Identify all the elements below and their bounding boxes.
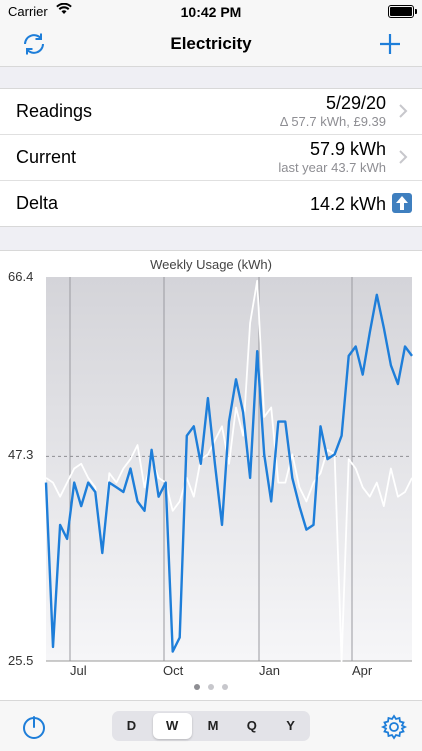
bottom-toolbar: D W M Q Y <box>0 700 422 751</box>
chevron-right-icon <box>398 103 408 119</box>
row-value: 14.2 kWh <box>309 194 386 214</box>
readings-table: Readings 5/29/20 Δ 57.7 kWh, £9.39 Curre… <box>0 88 422 227</box>
plot-area <box>46 277 412 661</box>
page-dot[interactable] <box>222 684 228 690</box>
y-tick-label: 47.3 <box>8 447 34 462</box>
page-dot[interactable] <box>194 684 200 690</box>
row-detail: last year 43.7 kWh <box>278 160 386 175</box>
power-icon[interactable] <box>20 713 48 741</box>
page-indicator[interactable] <box>0 680 422 694</box>
usage-chart[interactable] <box>0 251 422 701</box>
segment-month[interactable]: M <box>194 711 233 741</box>
x-tick-label: Oct <box>163 663 184 678</box>
segment-quarter[interactable]: Q <box>232 711 271 741</box>
arrow-up-icon <box>392 193 412 213</box>
battery-icon <box>388 5 417 18</box>
row-label: Delta <box>16 193 59 213</box>
page-title: Electricity <box>170 34 252 53</box>
x-tick-label: Jan <box>259 663 280 678</box>
page-dot[interactable] <box>208 684 214 690</box>
add-icon[interactable] <box>376 30 404 58</box>
x-tick-label: Jul <box>70 663 87 678</box>
segment-day[interactable]: D <box>112 711 151 741</box>
y-tick-label: 66.4 <box>8 269 34 284</box>
delta-row: Delta 14.2 kWh <box>0 181 422 226</box>
status-time: 10:42 PM <box>180 4 242 20</box>
row-value: 57.9 kWh <box>309 139 386 159</box>
row-label: Readings <box>16 101 93 121</box>
period-segmented-control[interactable]: D W M Q Y <box>112 711 310 741</box>
segment-week[interactable]: W <box>152 713 192 739</box>
readings-row[interactable]: Readings 5/29/20 Δ 57.7 kWh, £9.39 <box>0 89 422 135</box>
navigation-bar: Electricity <box>0 24 422 67</box>
chevron-right-icon <box>398 149 408 165</box>
x-tick-label: Apr <box>352 663 373 678</box>
status-bar: Carrier 10:42 PM <box>0 0 422 24</box>
gear-icon[interactable] <box>380 713 408 741</box>
current-row[interactable]: Current 57.9 kWh last year 43.7 kWh <box>0 135 422 181</box>
row-detail: Δ 57.7 kWh, £9.39 <box>279 114 386 129</box>
segment-year[interactable]: Y <box>271 711 310 741</box>
usage-chart-panel: Weekly Usage (kWh) 66.4 47.3 25.5 Jul Oc… <box>0 250 422 701</box>
row-value: 5/29/20 <box>325 93 386 113</box>
row-label: Current <box>16 147 77 167</box>
y-tick-label: 25.5 <box>8 653 34 668</box>
